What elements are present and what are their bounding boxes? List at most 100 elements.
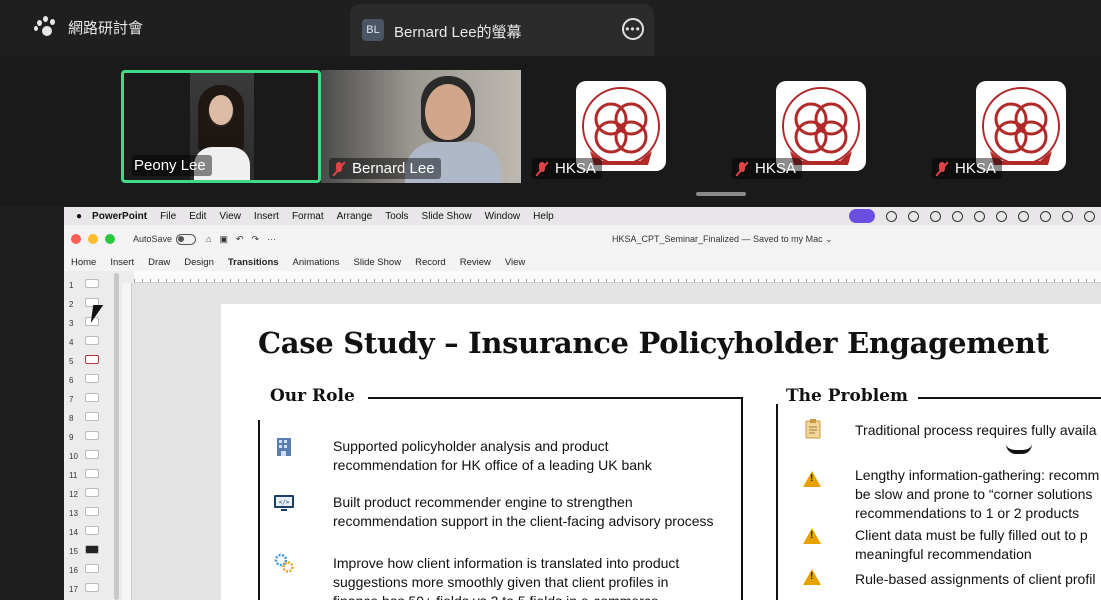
time-machine-icon[interactable] [952,210,963,222]
slide[interactable]: Case Study – Insurance Policyholder Enga… [221,304,1101,600]
mic-muted-icon [331,161,347,177]
participant-tile-hksa-2[interactable]: HKSA [724,70,924,183]
more-icon[interactable]: ••• [622,18,644,40]
screen-share-label: Bernard Lee的螢幕 [394,24,522,41]
meeting-title: 網路研討會 [68,19,144,37]
tab-insert[interactable]: Insert [110,257,134,268]
role-item-2: Built product recommender engine to stre… [333,494,714,529]
participant-name: HKSA [932,158,1002,179]
chevron-down-icon [1006,444,1032,454]
warning-icon [803,528,821,544]
meeting-title-group: 網路研討會 [34,16,143,38]
warning-icon [803,569,821,585]
role-item-1: Supported policyholder analysis and prod… [333,438,652,473]
menu-slide-show[interactable]: Slide Show [422,211,472,222]
mic-muted-icon [934,161,950,177]
problem-item-4: Rule-based assignments of client profil [855,571,1096,587]
vertical-ruler [122,283,132,600]
menu-insert[interactable]: Insert [254,211,279,222]
tab-home[interactable]: Home [71,257,96,268]
menu-help[interactable]: Help [533,211,554,222]
paw-icon [34,16,58,38]
airplay-icon[interactable] [996,210,1007,222]
menu-edit[interactable]: Edit [189,211,206,222]
problem-item-3: Client data must be fully filled out to … [855,527,1088,562]
participant-tile-hksa-1[interactable]: HKSA [524,70,724,183]
ppt-title-bar: AutoSave ⌂ ▣ ↶ ↷ ··· HKSA_CPT_Seminar_Fi… [64,225,1101,253]
monitor-code-icon: </> [273,492,295,514]
slide-title: Case Study – Insurance Policyholder Enga… [258,326,1049,360]
moon-icon[interactable] [908,210,919,222]
problem-item-2: Lengthy information-gathering: recomm be… [855,467,1100,521]
participant-tile-peony[interactable]: Peony Lee [121,70,321,183]
battery-icon[interactable] [1084,210,1095,222]
mic-muted-icon [534,161,550,177]
home-icon[interactable]: ⌂ [206,234,211,244]
section-rule [776,404,778,600]
apple-icon[interactable]: ● [76,211,82,222]
tab-design[interactable]: Design [184,257,214,268]
ribbon-tabs: Home Insert Draw Design Transitions Anim… [64,253,1101,271]
our-role-heading: Our Role [270,386,355,406]
participant-tile-bernard[interactable]: Bernard Lee [321,70,521,183]
tab-slide-show[interactable]: Slide Show [354,257,402,268]
undo-icon[interactable]: ↶ [236,234,244,245]
role-item-3: Improve how client information is transl… [333,555,680,600]
tab-record[interactable]: Record [415,257,446,268]
zoom-window-button[interactable] [105,234,115,244]
participant-name: HKSA [732,158,802,179]
save-icon[interactable]: ▣ [219,234,228,245]
mic-muted-icon [734,161,750,177]
screen-share-tab[interactable]: BL Bernard Lee的螢幕 ••• [350,4,654,56]
play-icon[interactable] [974,210,985,222]
section-rule [368,397,742,399]
tab-animations[interactable]: Animations [293,257,340,268]
tab-draw[interactable]: Draw [148,257,170,268]
participant-name: Bernard Lee [329,158,441,179]
tab-review[interactable]: Review [460,257,491,268]
clipboard-icon [802,418,824,440]
wifi-icon[interactable] [1018,210,1029,222]
problem-item-1: Traditional process requires fully avail… [855,422,1097,438]
meeting-top-bar: 網路研討會 BL Bernard Lee的螢幕 ••• [0,0,1101,56]
menu-view[interactable]: View [219,211,241,222]
autosave-label: AutoSave [133,234,173,244]
mac-menu-bar: ● PowerPoint File Edit View Insert Forma… [64,207,1101,225]
section-rule [258,420,260,600]
svg-text:</>: </> [279,499,290,506]
presenter-avatar: BL [362,19,384,41]
autosave-toggle[interactable] [176,233,197,245]
participant-name: Peony Lee [132,155,212,176]
eject-icon[interactable] [1062,210,1073,222]
menu-bar-tray [849,209,1101,223]
menu-tools[interactable]: Tools [385,211,408,222]
gears-icon [273,552,295,574]
menu-format[interactable]: Format [292,211,324,222]
redo-icon[interactable]: ↷ [252,234,260,245]
horizontal-ruler [134,271,1101,283]
menu-file[interactable]: File [160,211,176,222]
zoom-tray-icon[interactable] [886,210,897,222]
close-window-button[interactable] [71,234,81,244]
section-rule [918,397,1101,399]
tab-transitions[interactable]: Transitions [228,257,279,268]
section-rule [741,397,743,600]
screen-share-indicator-icon[interactable] [849,209,875,223]
minimize-window-button[interactable] [88,234,98,244]
tab-view[interactable]: View [505,257,525,268]
menu-app-name[interactable]: PowerPoint [92,211,147,222]
participant-gallery: Peony Lee Bernard Lee HKSA HKSA HKSA [0,56,1101,206]
menu-arrange[interactable]: Arrange [337,211,373,222]
participant-name: HKSA [532,158,602,179]
thumbnail-scrollbar[interactable] [114,273,119,600]
headphones-icon[interactable] [930,210,941,222]
warning-icon [803,471,821,487]
more-tools-icon[interactable]: ··· [267,234,276,244]
document-title: HKSA_CPT_Seminar_Finalized — Saved to my… [612,234,833,244]
participant-tile-hksa-3[interactable]: HKSA [924,70,1101,183]
building-icon [273,436,295,458]
display-icon[interactable] [1040,210,1051,222]
menu-window[interactable]: Window [485,211,521,222]
shared-screen: ● PowerPoint File Edit View Insert Forma… [64,207,1101,600]
gallery-resize-handle[interactable] [696,192,746,196]
